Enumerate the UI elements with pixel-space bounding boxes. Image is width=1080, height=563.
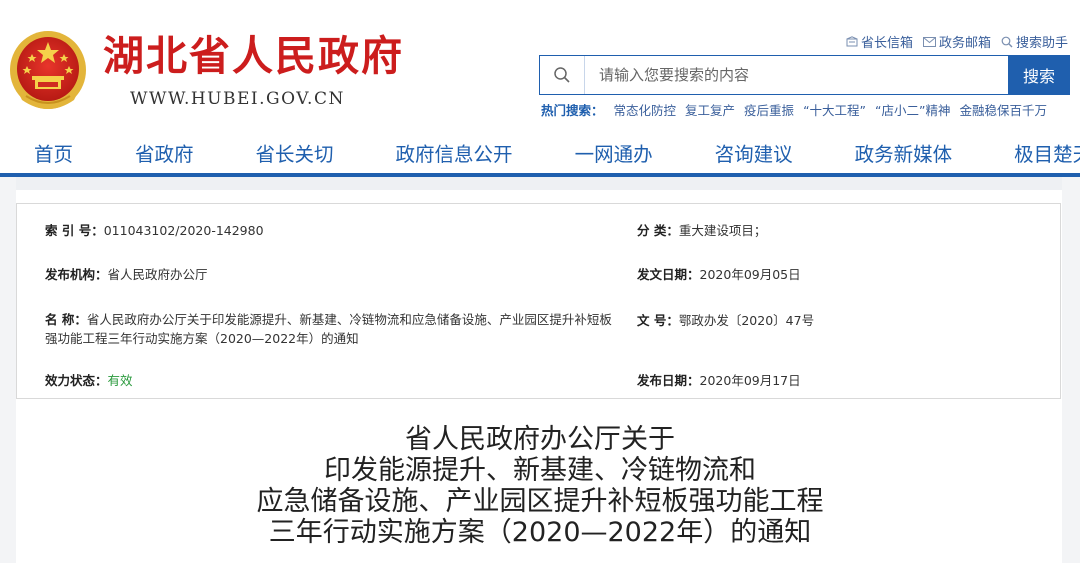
search-assistant-label: 搜索助手: [1015, 36, 1068, 51]
gov-email-link[interactable]: 政务邮箱: [922, 32, 991, 51]
nav-item-new-media[interactable]: 政务新媒体: [855, 138, 953, 167]
document-title-line: 印发能源提升、新基建、冷链物流和: [324, 455, 756, 486]
publish-date-value: 2020年09月17日: [699, 373, 801, 388]
document-name-row: 名 称：省人民政府办公厅关于印发能源提升、新基建、冷链物流和应急储备设施、产业园…: [45, 310, 620, 348]
index-number-row: 索 引 号：011043102/2020-142980: [45, 220, 264, 239]
publisher-row: 发布机构：省人民政府办公厅: [45, 264, 208, 283]
search-box-icon: [540, 56, 585, 94]
validity-status-badge: 有效: [107, 373, 133, 388]
hot-search-item[interactable]: “店小二”精神: [875, 100, 950, 119]
nav-item-provincial-government[interactable]: 省政府: [135, 138, 194, 167]
content-top-band: [0, 177, 1080, 190]
hot-search-item[interactable]: “十大工程”: [803, 100, 866, 119]
top-links: 省长信箱 政务邮箱 搜索助手: [846, 32, 1068, 51]
document-name-label: 名 称：: [45, 312, 87, 327]
issue-date-row: 发文日期：2020年09月05日: [637, 264, 801, 283]
issue-date-label: 发文日期：: [637, 267, 700, 282]
validity-row: 效力状态：有效: [45, 370, 133, 389]
governor-mailbox-link[interactable]: 省长信箱: [846, 32, 913, 51]
national-emblem-icon: [10, 31, 86, 109]
hot-search-item[interactable]: 疫后重振: [744, 100, 794, 119]
mailbox-icon: [846, 36, 858, 47]
publisher-label: 发布机构：: [45, 267, 108, 282]
site-title[interactable]: 湖北省人民政府: [103, 32, 404, 80]
nav-item-consultation[interactable]: 咨询建议: [715, 138, 793, 167]
site-url: WWW.HUBEI.GOV.CN: [130, 89, 345, 109]
search-button[interactable]: 搜索: [1008, 55, 1070, 95]
search-icon: [1001, 36, 1013, 47]
search-box: 搜索: [539, 55, 1070, 95]
hot-search: 热门搜索： 常态化防控 复工复产 疫后重振 “十大工程” “店小二”精神 金融稳…: [541, 100, 1056, 119]
envelope-icon: [922, 36, 936, 47]
issue-date-value: 2020年09月05日: [699, 267, 801, 282]
hot-search-item[interactable]: 金融稳保百千万: [959, 100, 1047, 119]
hot-search-item[interactable]: 复工复产: [685, 100, 735, 119]
publish-date-row: 发布日期：2020年09月17日: [637, 370, 801, 389]
search-icon: [554, 67, 570, 83]
index-number-label: 索 引 号：: [45, 223, 104, 238]
category-value: 重大建设项目；: [678, 223, 767, 238]
search-input[interactable]: [585, 57, 1008, 93]
content-right-gutter: [1062, 177, 1080, 563]
gov-email-label: 政务邮箱: [938, 36, 991, 51]
publish-date-label: 发布日期：: [637, 373, 700, 388]
validity-label: 效力状态：: [45, 373, 108, 388]
document-title-line: 应急储备设施、产业园区提升补短板强功能工程: [256, 486, 824, 517]
governor-mailbox-label: 省长信箱: [860, 36, 913, 51]
hot-search-item[interactable]: 常态化防控: [614, 100, 677, 119]
site-header: 湖北省人民政府 WWW.HUBEI.GOV.CN 省长信箱 政务邮箱 搜索助手: [0, 0, 1080, 128]
document-title: 省人民政府办公厅关于 印发能源提升、新基建、冷链物流和 应急储备设施、产业园区提…: [120, 424, 960, 548]
nav-item-governor-concerns[interactable]: 省长关切: [256, 138, 334, 167]
content-left-gutter: [0, 177, 16, 563]
document-info-box: 索 引 号：011043102/2020-142980 分 类：重大建设项目； …: [16, 203, 1061, 399]
index-number-value: 011043102/2020-142980: [103, 223, 264, 238]
document-title-line: 三年行动实施方案（2020—2022年）的通知: [268, 517, 812, 548]
nav-item-jimu-chutian[interactable]: 极目楚天: [1014, 138, 1080, 167]
document-number-value: 鄂政办发〔2020〕47号: [678, 313, 815, 328]
search-assistant-link[interactable]: 搜索助手: [1001, 32, 1068, 51]
publisher-value: 省人民政府办公厅: [107, 267, 208, 282]
category-row: 分 类：重大建设项目；: [637, 220, 766, 239]
hot-search-label: 热门搜索：: [541, 103, 604, 118]
nav-item-online-services[interactable]: 一网通办: [575, 138, 653, 167]
main-nav: 首页 省政府 省长关切 政府信息公开 一网通办 咨询建议 政务新媒体 极目楚天: [0, 131, 1080, 177]
document-title-line: 省人民政府办公厅关于: [405, 424, 675, 455]
document-number-row: 文 号：鄂政办发〔2020〕47号: [637, 310, 814, 329]
document-number-label: 文 号：: [637, 313, 679, 328]
nav-item-home[interactable]: 首页: [34, 138, 73, 167]
document-name-value: 省人民政府办公厅关于印发能源提升、新基建、冷链物流和应急储备设施、产业园区提升补…: [45, 312, 612, 346]
category-label: 分 类：: [637, 223, 679, 238]
nav-item-info-disclosure[interactable]: 政府信息公开: [396, 138, 513, 167]
